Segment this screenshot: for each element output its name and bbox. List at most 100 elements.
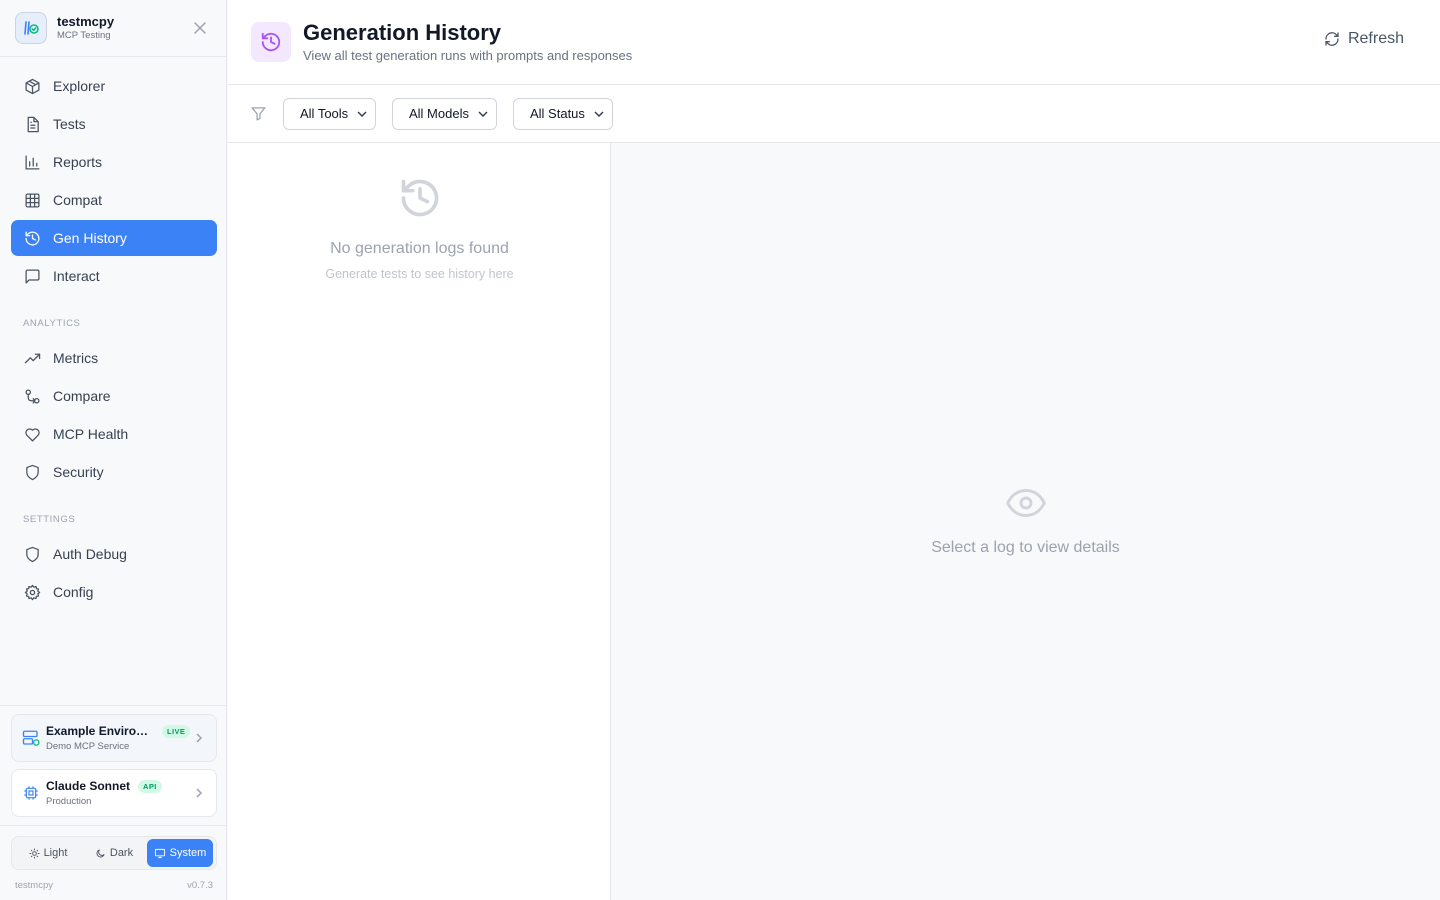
sun-icon [29, 847, 40, 859]
sidebar-item-label: Tests [53, 116, 86, 132]
theme-light-label: Light [43, 847, 68, 859]
sidebar-item-label: Reports [53, 154, 103, 170]
theme-dark-button[interactable]: Dark [81, 839, 147, 867]
cube-icon [23, 77, 41, 95]
sidebar-item-mcp-health[interactable]: MCP Health [11, 416, 217, 452]
page-subtitle: View all test generation runs with promp… [303, 48, 633, 63]
empty-list-title: No generation logs found [330, 240, 509, 257]
git-compare-icon [23, 387, 41, 405]
sidebar-item-label: Compat [53, 192, 103, 208]
sidebar-bottom: Example Environm... LIVE Demo MCP Service… [0, 705, 226, 900]
sidebar-item-compat[interactable]: Compat [11, 182, 217, 218]
sidebar-item-tests[interactable]: Tests [11, 106, 217, 142]
sidebar-item-reports[interactable]: Reports [11, 144, 217, 180]
sidebar-item-compare[interactable]: Compare [11, 378, 217, 414]
chevron-down-icon [357, 110, 367, 117]
live-badge: LIVE [162, 724, 191, 738]
main-content: Generation History View all test generat… [228, 0, 1440, 900]
page-header: Generation History View all test generat… [228, 0, 1440, 85]
chevron-down-icon [594, 110, 604, 117]
theme-light-button[interactable]: Light [15, 839, 81, 867]
sidebar-item-security[interactable]: Security [11, 454, 217, 490]
brand-name: testmcpy [57, 14, 115, 29]
models-filter-value: All Models [409, 106, 469, 121]
cpu-icon [22, 784, 40, 802]
sidebar-item-label: Compare [53, 388, 111, 404]
analytics-heading: ANALYTICS [23, 318, 81, 329]
chevron-right-icon [192, 788, 206, 798]
history-icon [251, 22, 291, 62]
sidebar-footer: testmcpy v0.7.3 [0, 870, 226, 900]
content-panes: No generation logs found Generate tests … [228, 143, 1440, 900]
grid-icon [23, 191, 41, 209]
footer-version: v0.7.3 [187, 879, 213, 891]
tools-filter-select[interactable]: All Tools [283, 97, 376, 130]
models-filter-select[interactable]: All Models [392, 97, 497, 130]
theme-system-button[interactable]: System [147, 839, 213, 867]
sidebar-item-label: MCP Health [53, 426, 129, 442]
shield-icon [23, 463, 41, 481]
sidebar-item-label: Gen History [53, 230, 127, 246]
status-filter-select[interactable]: All Status [513, 97, 613, 130]
sidebar: testmcpy MCP Testing Explorer Tests Repo… [0, 0, 227, 900]
detail-empty-message: Select a log to view details [931, 539, 1120, 556]
brand-subtitle: MCP Testing [57, 30, 111, 41]
sidebar-item-label: Explorer [53, 78, 106, 94]
history-icon [228, 176, 611, 220]
monitor-icon [154, 848, 165, 858]
sidebar-nav: Explorer Tests Reports Compat Gen Histor… [0, 57, 226, 610]
settings-heading: SETTINGS [23, 514, 76, 525]
log-list-pane: No generation logs found Generate tests … [228, 143, 611, 900]
sidebar-item-config[interactable]: Config [11, 574, 217, 610]
model-card[interactable]: Claude Sonnet API Production [11, 769, 217, 817]
footer-app-name: testmcpy [15, 879, 54, 891]
model-title: Claude Sonnet [46, 779, 131, 793]
page-title: Generation History [303, 20, 502, 45]
theme-dark-label: Dark [109, 847, 134, 859]
filter-bar: All Tools All Models All Status [228, 85, 1440, 143]
empty-list-subtitle: Generate tests to see history here [325, 267, 514, 281]
log-detail-pane: Select a log to view details [611, 143, 1440, 900]
environment-card[interactable]: Example Environm... LIVE Demo MCP Service [11, 714, 217, 762]
sidebar-item-label: Config [53, 584, 94, 600]
bar-chart-icon [23, 153, 41, 171]
sidebar-item-explorer[interactable]: Explorer [11, 68, 217, 104]
refresh-label: Refresh [1347, 30, 1404, 47]
sidebar-item-label: Security [53, 464, 104, 480]
environment-title: Example Environm... [46, 724, 154, 738]
sidebar-item-auth-debug[interactable]: Auth Debug [11, 536, 217, 572]
refresh-button[interactable]: Refresh [1324, 30, 1404, 48]
eye-icon [611, 483, 1440, 523]
empty-detail-state: Select a log to view details [611, 483, 1440, 557]
empty-list-state: No generation logs found Generate tests … [228, 176, 611, 281]
chevron-down-icon [478, 110, 488, 117]
api-badge: API [138, 779, 162, 793]
chevron-right-icon [192, 733, 206, 743]
status-filter-value: All Status [530, 106, 585, 121]
sidebar-item-label: Auth Debug [53, 546, 127, 562]
heart-icon [23, 425, 41, 443]
sidebar-item-label: Metrics [53, 350, 99, 366]
sidebar-item-label: Interact [53, 268, 100, 284]
theme-switcher: Light Dark System [11, 836, 217, 870]
sidebar-item-metrics[interactable]: Metrics [11, 340, 217, 376]
message-square-icon [23, 267, 41, 285]
brand-header: testmcpy MCP Testing [0, 0, 226, 57]
filter-icon [250, 105, 268, 123]
file-text-icon [23, 115, 41, 133]
environment-subtitle: Demo MCP Service [46, 741, 130, 752]
server-icon [22, 729, 40, 747]
trending-up-icon [23, 349, 41, 367]
sidebar-item-gen-history[interactable]: Gen History [11, 220, 217, 256]
shield-icon [23, 545, 41, 563]
moon-icon [96, 848, 105, 857]
close-icon[interactable] [189, 17, 211, 39]
theme-system-label: System [169, 847, 207, 859]
flask-check-icon [15, 12, 47, 44]
tools-filter-value: All Tools [300, 106, 349, 121]
gear-icon [23, 583, 41, 601]
sidebar-item-interact[interactable]: Interact [11, 258, 217, 294]
model-subtitle: Production [46, 796, 92, 807]
history-icon [23, 229, 41, 247]
refresh-icon [1325, 32, 1339, 46]
